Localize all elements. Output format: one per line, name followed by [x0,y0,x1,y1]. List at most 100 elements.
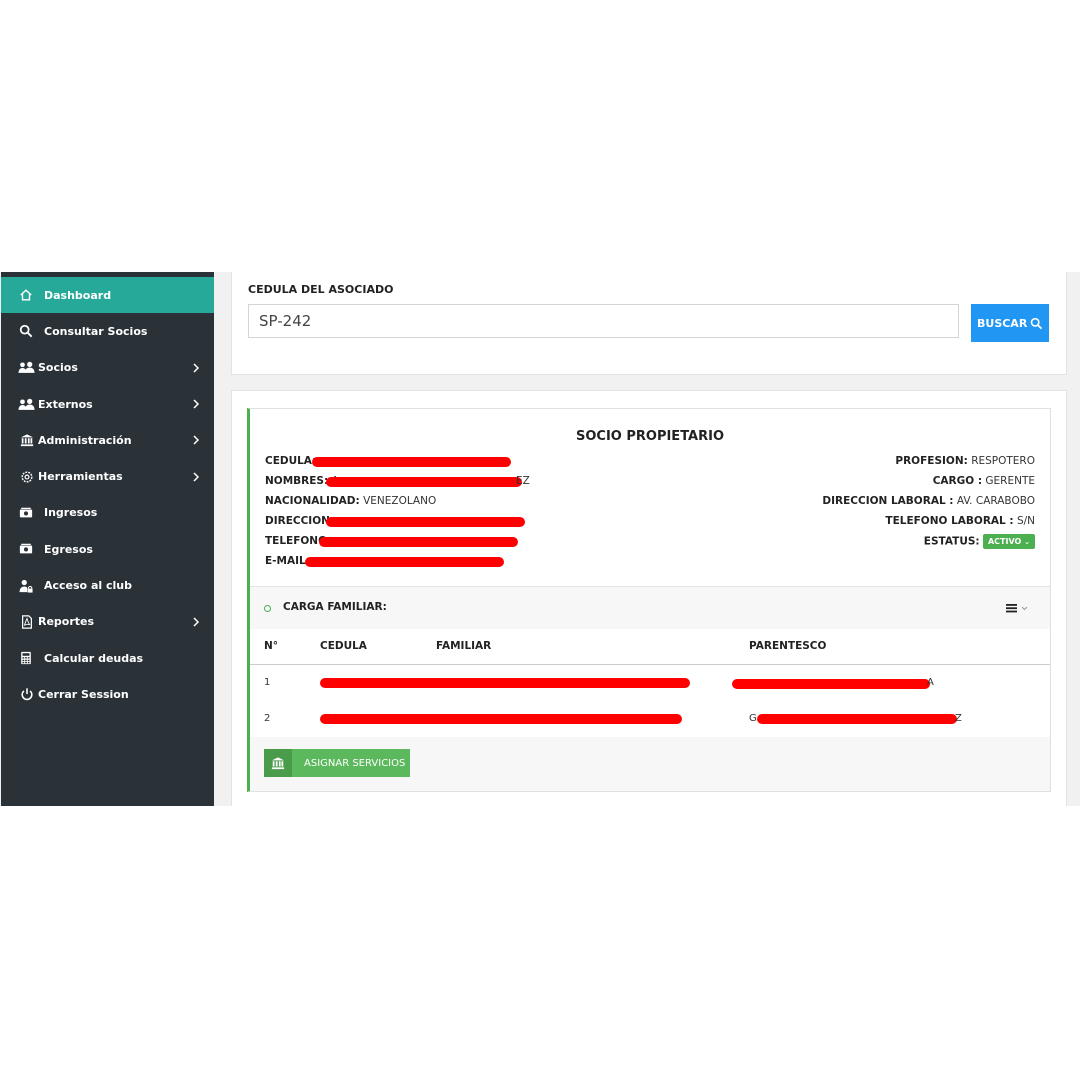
sidebar-item-label: Reportes [38,615,95,629]
bank-icon [17,433,37,447]
buscar-button[interactable]: BUSCAR [971,304,1049,342]
redacted-parentesco [757,714,957,724]
nombres-field-label: NOMBRES: [265,475,329,487]
sidebar-item-reportes[interactable]: Reportes [1,604,214,640]
sidebar-item-label: Socios [38,361,78,375]
search-panel: CEDULA DEL ASOCIADO BUSCAR [231,272,1067,375]
socio-title: SOCIO PROPIETARIO [575,429,725,444]
sidebar-item-calcular-deudas[interactable]: Calcular deudas [1,640,214,676]
cash-icon [16,506,36,520]
socio-card: SOCIO PROPIETARIO CEDULA: NOMBRES: A EZ … [247,408,1051,792]
sidebar-item-label: Calcular deudas [44,651,144,665]
sidebar-item-herramientas[interactable]: Herramientas [1,458,214,494]
redacted-direccion [326,517,525,527]
redacted-email [305,557,504,567]
chevron-right-icon [193,617,200,627]
chevron-right-icon [193,472,200,482]
parentesco-suffix: Z [955,713,962,724]
nacionalidad-value: VENEZOLANO [363,495,437,507]
sidebar-item-acceso-al-club[interactable]: Acceso al club [1,567,214,603]
hamburger-menu-icon[interactable] [1006,601,1032,615]
sidebar-item-label: Herramientas [38,470,123,484]
profesion-value: RESPOTERO [971,455,1035,467]
user-lock-icon [16,579,36,593]
parentesco-prefix: G [749,713,757,724]
direccion-field: DIRECCION: [265,515,334,527]
email-field: E-MAIL: [265,555,310,567]
direccion-laboral-label: DIRECCION LABORAL : [822,495,954,507]
telefono-laboral-field: TELEFONO LABORAL : S/N [885,515,1035,527]
users-icon [17,398,37,411]
carga-familiar-label: CARGA FAMILIAR: [283,601,387,613]
redacted-familiar [320,714,682,724]
carga-familiar-header: CARGA FAMILIAR: [250,586,1050,630]
sidebar-item-label: Ingresos [44,506,98,520]
direccion-laboral-field: DIRECCION LABORAL : AV. CARABOBO [822,495,1035,507]
cedula-label: CEDULA DEL ASOCIADO [248,283,394,296]
search-icon [1031,317,1043,329]
asignar-servicios-button[interactable]: ASIGNAR SERVICIOS [264,749,410,777]
cedula-field-label: CEDULA: [265,455,317,467]
redacted-cedula [312,457,511,467]
cargo-field: CARGO : GERENTE [933,475,1035,487]
socio-panel: SOCIO PROPIETARIO CEDULA: NOMBRES: A EZ … [231,390,1067,806]
sidebar-item-dashboard[interactable]: Dashboard [1,277,214,314]
profesion-field: PROFESION: RESPOTERO [895,455,1035,467]
col-n: N° [264,640,279,652]
cedula-field: CEDULA: [265,455,316,467]
calculator-icon [16,651,36,665]
circle-icon [264,605,271,612]
sidebar: Dashboard Consultar Socios Socios Extern… [1,272,214,806]
telefono-laboral-label: TELEFONO LABORAL : [885,515,1014,527]
sidebar-item-administracion[interactable]: Administración [1,422,214,458]
cash-icon [16,542,36,556]
nacionalidad-field: NACIONALIDAD: VENEZOLANO [265,495,436,507]
table-header: N° CEDULA FAMILIAR PARENTESCO [250,629,1050,665]
sidebar-item-label: Cerrar Session [38,687,129,701]
nombres-suffix: EZ [516,475,530,487]
sidebar-item-socios[interactable]: Socios [1,350,214,386]
main-content: CEDULA DEL ASOCIADO BUSCAR SOCIO PROPIET… [214,272,1080,806]
table-row[interactable]: 2 G Z [250,701,1050,738]
chevron-right-icon [193,363,200,373]
sidebar-item-ingresos[interactable]: Ingresos [1,495,214,531]
telefono-laboral-value: S/N [1016,515,1035,527]
chevron-right-icon [193,435,200,445]
redacted-parentesco [732,679,930,689]
bank-icon [264,749,292,777]
sidebar-item-label: Dashboard [44,288,112,302]
status-badge[interactable]: ACTIVO ⌄ [982,534,1035,549]
redacted-telefono [319,537,518,547]
sidebar-item-cerrar-session[interactable]: Cerrar Session [1,676,214,712]
sidebar-item-label: Egresos [44,542,93,556]
buscar-button-label: BUSCAR [977,316,1028,330]
cargo-value: GERENTE [985,475,1035,487]
search-icon [16,324,36,338]
col-familiar: FAMILIAR [436,640,492,652]
sidebar-item-label: Consultar Socios [44,324,148,338]
direccion-laboral-value: AV. CARABOBO [956,495,1035,507]
nacionalidad-label: NACIONALIDAD: [265,495,360,507]
sidebar-item-egresos[interactable]: Egresos [1,531,214,567]
cedula-search-input[interactable] [248,304,959,338]
estatus-label: ESTATUS: [923,535,980,548]
asignar-servicios-label: ASIGNAR SERVICIOS [304,757,406,769]
sidebar-item-label: Acceso al club [44,579,132,593]
sidebar-item-label: Administración [38,433,132,447]
col-parentesco: PARENTESCO [749,640,827,652]
card-footer: ASIGNAR SERVICIOS [250,737,1050,791]
home-icon [16,288,36,302]
power-icon [17,687,37,701]
table-row[interactable]: 1 A [250,665,1050,702]
parentesco-suffix: A [927,677,934,688]
sidebar-item-consultar-socios[interactable]: Consultar Socios [1,313,214,349]
estatus-field: ESTATUS: ACTIVO ⌄ [924,534,1035,549]
profesion-label: PROFESION: [895,455,968,467]
sidebar-item-label: Externos [38,397,93,411]
redacted-nombres [326,477,522,487]
sidebar-item-externos[interactable]: Externos [1,386,214,422]
pdf-file-icon [17,615,37,629]
col-cedula: CEDULA [320,640,367,652]
chevron-down-icon: ⌄ [1024,538,1030,546]
direccion-label: DIRECCION: [265,515,335,527]
